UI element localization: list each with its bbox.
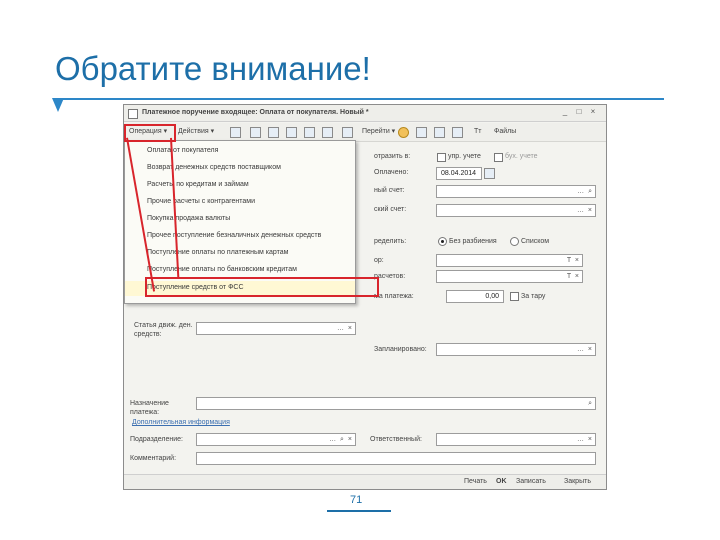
- document-icon: [128, 109, 138, 119]
- menu-item[interactable]: Поступление оплаты по платежным картам: [147, 249, 288, 256]
- planned-buttons-icon[interactable]: … ×: [577, 344, 593, 355]
- distribution-label: ределить:: [374, 238, 407, 245]
- bank-account-label: ский счет:: [374, 206, 407, 213]
- responsible-field[interactable]: … ×: [436, 433, 596, 446]
- planned-label: Запланировано:: [374, 346, 427, 353]
- table-icon[interactable]: [304, 127, 315, 138]
- calendar-icon[interactable]: [484, 168, 495, 179]
- menu-item[interactable]: Прочее поступление безналичных денежных …: [147, 232, 321, 239]
- report-icon[interactable]: [434, 127, 445, 138]
- cashflow-label: Статья движ. ден. средств:: [134, 322, 193, 338]
- extra-info-link[interactable]: Дополнительная информация: [132, 419, 230, 426]
- contract-buttons-icon[interactable]: T ×: [567, 255, 580, 266]
- purpose-field[interactable]: ⌕: [196, 397, 596, 410]
- files-button[interactable]: Файлы: [494, 126, 516, 138]
- copy-icon[interactable]: [230, 127, 241, 138]
- bank-account-field[interactable]: … ×: [436, 204, 596, 217]
- document-window: Платежное поручение входящее: Оплата от …: [123, 104, 607, 490]
- comment-field[interactable]: [196, 452, 596, 465]
- responsible-label: Ответственный:: [370, 436, 422, 443]
- post-icon[interactable]: [286, 127, 297, 138]
- bu-account-label: бух. учете: [505, 153, 538, 160]
- title-underline: [60, 98, 664, 100]
- menu-item[interactable]: Прочие расчеты с контрагентами: [147, 198, 255, 205]
- menu-item[interactable]: Поступление оплаты по банковским кредита…: [147, 266, 297, 273]
- close-button[interactable]: Закрыть: [564, 478, 591, 485]
- print-icon[interactable]: [452, 127, 463, 138]
- slide-title: Обратите внимание!: [55, 50, 371, 87]
- fss-highlight-box: [145, 277, 379, 297]
- comment-label: Комментарий:: [130, 455, 177, 462]
- docs-icon[interactable]: [322, 127, 333, 138]
- list-icon[interactable]: [250, 127, 261, 138]
- window-statusbar: Печать OK Записать Закрыть: [124, 474, 606, 489]
- paid-date-value: 08.04.2014: [441, 170, 477, 177]
- maximize-icon[interactable]: □: [574, 107, 584, 117]
- without-distribution-label: Без разбиения: [449, 238, 497, 245]
- org-account-label: ный счет:: [374, 187, 405, 194]
- goto-menu-button[interactable]: Перейти ▾: [362, 126, 395, 138]
- select-icon[interactable]: … ×: [577, 205, 593, 216]
- tax-account-label: упр. учете: [448, 153, 481, 160]
- amount-value: 0,00: [485, 293, 499, 300]
- title-underline-hook: [52, 98, 64, 112]
- department-buttons-icon[interactable]: … ⌕ ×: [329, 434, 353, 445]
- purpose-search-icon[interactable]: ⌕: [588, 398, 593, 409]
- department-field[interactable]: … ⌕ ×: [196, 433, 356, 446]
- close-icon[interactable]: ×: [588, 107, 598, 117]
- page-number: 71: [350, 494, 363, 506]
- tax-account-checkbox[interactable]: [437, 153, 446, 162]
- contract-field[interactable]: T ×: [436, 254, 583, 267]
- menu-item[interactable]: Оплата от покупателя: [147, 147, 218, 154]
- org-account-field[interactable]: … ⌕: [436, 185, 596, 198]
- text-icon[interactable]: Tт: [474, 126, 481, 138]
- menu-item[interactable]: Покупка продажа валюты: [147, 215, 230, 222]
- without-distribution-radio[interactable]: [438, 237, 447, 246]
- cashflow-field[interactable]: … ×: [196, 322, 356, 335]
- for-tare-label: За тару: [521, 293, 546, 300]
- department-label: Подразделение:: [130, 436, 183, 443]
- list-radio[interactable]: [510, 237, 519, 246]
- actions-menu-button[interactable]: Действия ▾: [178, 126, 214, 138]
- for-tare-checkbox[interactable]: [510, 292, 519, 301]
- planned-field[interactable]: … ×: [436, 343, 596, 356]
- amount-label: ма платежа:: [374, 293, 414, 300]
- menu-item[interactable]: Возврат денежных средств поставщиком: [147, 164, 281, 171]
- paid-label: Оплачено:: [374, 169, 409, 176]
- operation-highlight-box: [124, 124, 176, 142]
- contract-label: ор:: [374, 257, 384, 264]
- print-button[interactable]: Печать: [464, 478, 487, 485]
- settlements-field[interactable]: T ×: [436, 270, 583, 283]
- save-icon[interactable]: [268, 127, 279, 138]
- search-icon[interactable]: … ⌕: [577, 186, 593, 197]
- bu-account-checkbox[interactable]: [494, 153, 503, 162]
- grid-icon[interactable]: [416, 127, 427, 138]
- amount-field[interactable]: 0,00: [446, 290, 504, 303]
- menu-item[interactable]: Расчеты по кредитам и займам: [147, 181, 249, 188]
- window-titlebar: Платежное поручение входящее: Оплата от …: [124, 105, 606, 122]
- settlements-buttons-icon[interactable]: T ×: [567, 271, 580, 282]
- minimize-icon[interactable]: _: [560, 107, 570, 117]
- responsible-buttons-icon[interactable]: … ×: [577, 434, 593, 445]
- list-label: Списком: [521, 238, 550, 245]
- reflect-label: отразить в:: [374, 153, 411, 160]
- cashflow-buttons-icon[interactable]: … ×: [337, 323, 353, 334]
- purpose-label: Назначение платежа:: [130, 400, 169, 416]
- window-title: Платежное поручение входящее: Оплата от …: [142, 109, 369, 116]
- structure-icon[interactable]: [342, 127, 353, 138]
- ok-button[interactable]: OK: [496, 478, 507, 485]
- help-icon[interactable]: [398, 127, 409, 138]
- paid-date-field[interactable]: 08.04.2014: [436, 167, 482, 180]
- page-number-underline: [327, 510, 391, 512]
- save-button[interactable]: Записать: [516, 478, 546, 485]
